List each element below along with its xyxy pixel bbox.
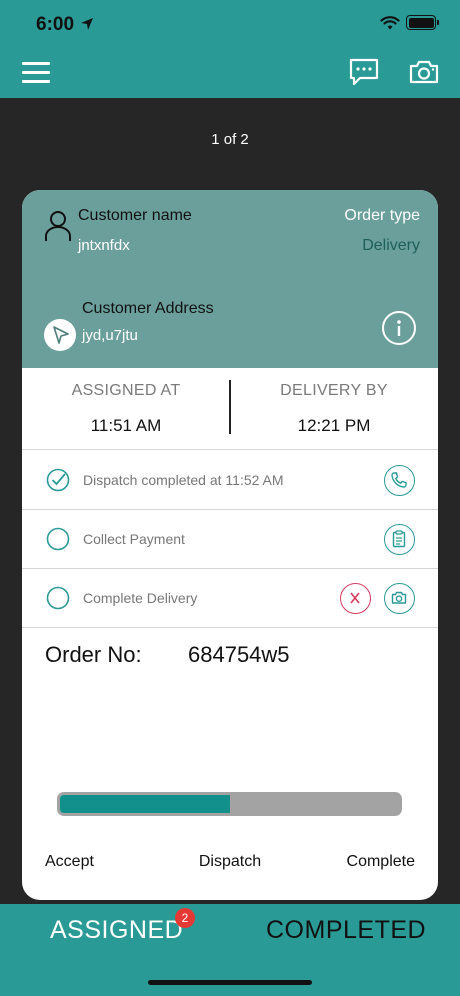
customer-name-label: Customer name — [78, 207, 192, 224]
status-time: 6:00 — [36, 14, 75, 35]
progress-fill — [60, 795, 230, 813]
payment-button[interactable] — [384, 524, 415, 555]
home-indicator — [148, 980, 312, 985]
assigned-at-value: 11:51 AM — [90, 416, 162, 435]
chat-icon[interactable] — [348, 58, 380, 86]
wifi-icon — [380, 16, 400, 30]
location-arrow-icon — [81, 18, 93, 30]
step-complete: Complete — [346, 853, 415, 870]
task-label: Collect Payment — [83, 531, 185, 547]
order-number: 684754w5 — [188, 642, 290, 667]
customer-section: Customer name jntxnfdx Order type Delive… — [22, 190, 438, 368]
task-label: Complete Delivery — [83, 590, 198, 606]
app-header: 6:00 — [0, 0, 460, 98]
status-bar: 6:00 — [0, 0, 460, 50]
customer-address-label: Customer Address — [82, 300, 214, 317]
navigate-button[interactable] — [44, 319, 76, 351]
empty-circle-icon — [46, 586, 70, 610]
pager-indicator: 1 of 2 — [211, 131, 249, 148]
delivery-by-label: DELIVERY BY — [280, 382, 388, 399]
delivery-progress-bar — [57, 792, 402, 816]
customer-address: jyd,u7jtu — [82, 327, 138, 344]
customer-name: jntxnfdx — [78, 237, 130, 254]
task-row-payment: Collect Payment — [22, 510, 438, 569]
camera-icon — [391, 591, 407, 604]
info-icon — [397, 320, 401, 336]
person-icon — [45, 211, 71, 241]
clipboard-icon — [392, 530, 406, 548]
photo-proof-button[interactable] — [384, 583, 415, 614]
order-card: Customer name jntxnfdx Order type Delive… — [22, 190, 438, 900]
order-type-label: Order type — [344, 207, 420, 224]
call-button[interactable] — [384, 465, 415, 496]
task-row-delivery: Complete Delivery — [22, 569, 438, 628]
progress-steps: Accept Dispatch Complete — [22, 853, 438, 875]
close-icon — [350, 592, 360, 604]
times-section: ASSIGNED AT 11:51 AM DELIVERY BY 12:21 P… — [22, 368, 438, 450]
assigned-at-label: ASSIGNED AT — [71, 382, 181, 399]
tab-assigned[interactable]: ASSIGNED — [50, 916, 183, 945]
task-row-dispatch: Dispatch completed at 11:52 AM — [22, 451, 438, 510]
delivery-by-value: 12:21 PM — [297, 416, 371, 435]
camera-icon[interactable] — [409, 60, 439, 84]
phone-icon — [391, 472, 407, 488]
order-type-value: Delivery — [362, 237, 420, 254]
assigned-count-badge: 2 — [175, 908, 195, 928]
navigation-icon — [53, 326, 69, 344]
cancel-delivery-button[interactable] — [340, 583, 371, 614]
order-number-label: Order No: — [45, 642, 142, 667]
info-button[interactable] — [382, 311, 416, 345]
empty-circle-icon — [46, 527, 70, 551]
check-circle-icon — [46, 468, 70, 492]
battery-icon — [406, 15, 439, 30]
menu-button[interactable] — [22, 62, 50, 84]
task-label: Dispatch completed at 11:52 AM — [83, 472, 284, 488]
tab-completed[interactable]: COMPLETED — [266, 916, 426, 945]
